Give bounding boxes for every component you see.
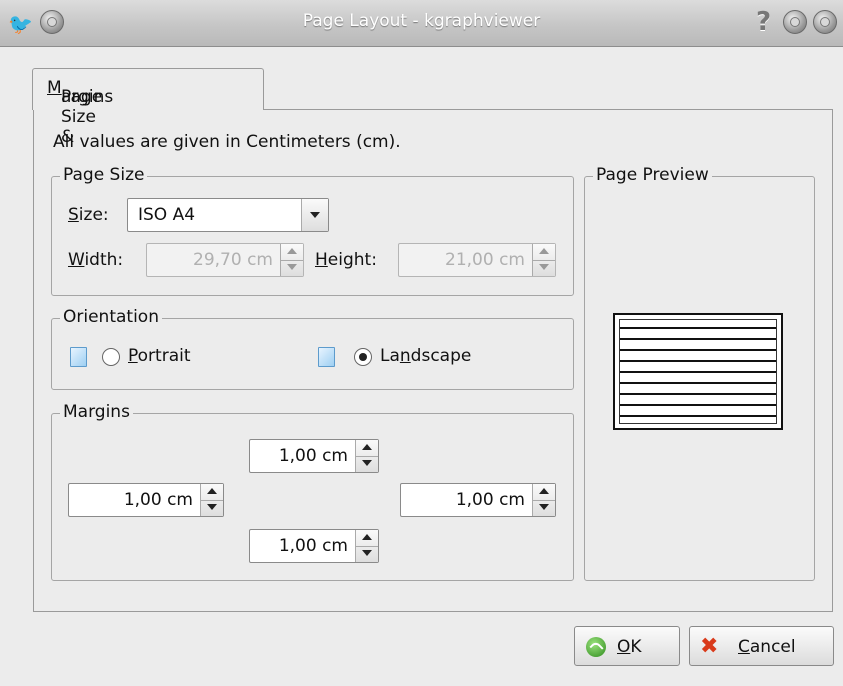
preview-line	[620, 415, 776, 417]
page-preview-content	[619, 319, 777, 424]
height-spinbox[interactable]: 21,00 cm	[398, 243, 556, 277]
title-bar: 🐦 Page Layout - kgraphviewer ?	[0, 0, 843, 47]
height-up-icon[interactable]	[533, 244, 555, 261]
tab-page-size-margins[interactable]: Page Size & Margins	[32, 68, 264, 147]
margin-top-spinbox[interactable]: 1,00 cm	[249, 439, 379, 473]
ok-button[interactable]: OK	[574, 626, 680, 666]
minimize-icon[interactable]	[783, 10, 807, 34]
margin-left-down-icon[interactable]	[201, 500, 223, 516]
portrait-page-icon	[70, 347, 87, 367]
margin-right-spinbox[interactable]: 1,00 cm	[400, 483, 556, 517]
portrait-label[interactable]: Portrait	[128, 346, 191, 366]
window-title: Page Layout - kgraphviewer	[302, 11, 541, 31]
landscape-label[interactable]: Landscape	[380, 346, 471, 366]
width-down-icon[interactable]	[281, 260, 303, 276]
width-up-icon[interactable]	[281, 244, 303, 261]
margin-bottom-spinbox[interactable]: 1,00 cm	[249, 529, 379, 563]
cancel-label: Cancel	[738, 637, 796, 657]
preview-line	[620, 327, 776, 329]
size-label: Size:	[68, 205, 109, 225]
chevron-down-icon[interactable]	[301, 199, 328, 231]
page-size-legend: Page Size	[60, 165, 148, 185]
margin-right-up-icon[interactable]	[533, 484, 555, 501]
preview-line	[620, 382, 776, 384]
margin-bottom-up-icon[interactable]	[356, 530, 378, 547]
margin-top-up-icon[interactable]	[356, 440, 378, 457]
cancel-button[interactable]: ✖ Cancel	[689, 626, 834, 666]
ok-label: OK	[617, 637, 642, 657]
margin-top-value: 1,00 cm	[278, 446, 348, 466]
landscape-radio[interactable]	[354, 348, 372, 366]
margin-left-up-icon[interactable]	[201, 484, 223, 501]
orientation-legend: Orientation	[60, 307, 162, 327]
margins-legend: Margins	[60, 402, 133, 422]
margin-right-down-icon[interactable]	[533, 500, 555, 516]
units-info-text: All values are given in Centimeters (cm)…	[53, 132, 401, 152]
tab-label: Page Size & Margins	[47, 78, 114, 147]
preview-line	[620, 393, 776, 395]
margin-right-value: 1,00 cm	[455, 490, 525, 510]
margin-bottom-value: 1,00 cm	[278, 536, 348, 556]
ok-check-icon	[586, 637, 606, 657]
page-size-group: Page Size	[51, 165, 574, 296]
cancel-x-icon: ✖	[700, 634, 719, 659]
width-spinbox[interactable]: 29,70 cm	[146, 243, 304, 277]
margin-top-down-icon[interactable]	[356, 456, 378, 472]
preview-line	[620, 371, 776, 373]
width-value: 29,70 cm	[193, 250, 273, 270]
landscape-page-icon	[318, 347, 335, 367]
preview-line	[620, 338, 776, 340]
page-preview-legend: Page Preview	[593, 165, 712, 185]
width-label: Width:	[68, 250, 124, 270]
margin-bottom-down-icon[interactable]	[356, 546, 378, 562]
height-label: Height:	[315, 250, 377, 270]
page-preview-image	[613, 313, 783, 430]
height-down-icon[interactable]	[533, 260, 555, 276]
close-icon[interactable]	[813, 10, 837, 34]
preview-line	[620, 349, 776, 351]
preview-line	[620, 360, 776, 362]
size-combo[interactable]: ISO A4	[127, 198, 329, 232]
portrait-radio[interactable]	[102, 348, 120, 366]
margin-left-value: 1,00 cm	[123, 490, 193, 510]
size-combo-value: ISO A4	[138, 205, 196, 225]
help-icon[interactable]: ?	[756, 7, 771, 37]
preview-line	[620, 404, 776, 406]
margin-left-spinbox[interactable]: 1,00 cm	[68, 483, 224, 517]
height-value: 21,00 cm	[445, 250, 525, 270]
